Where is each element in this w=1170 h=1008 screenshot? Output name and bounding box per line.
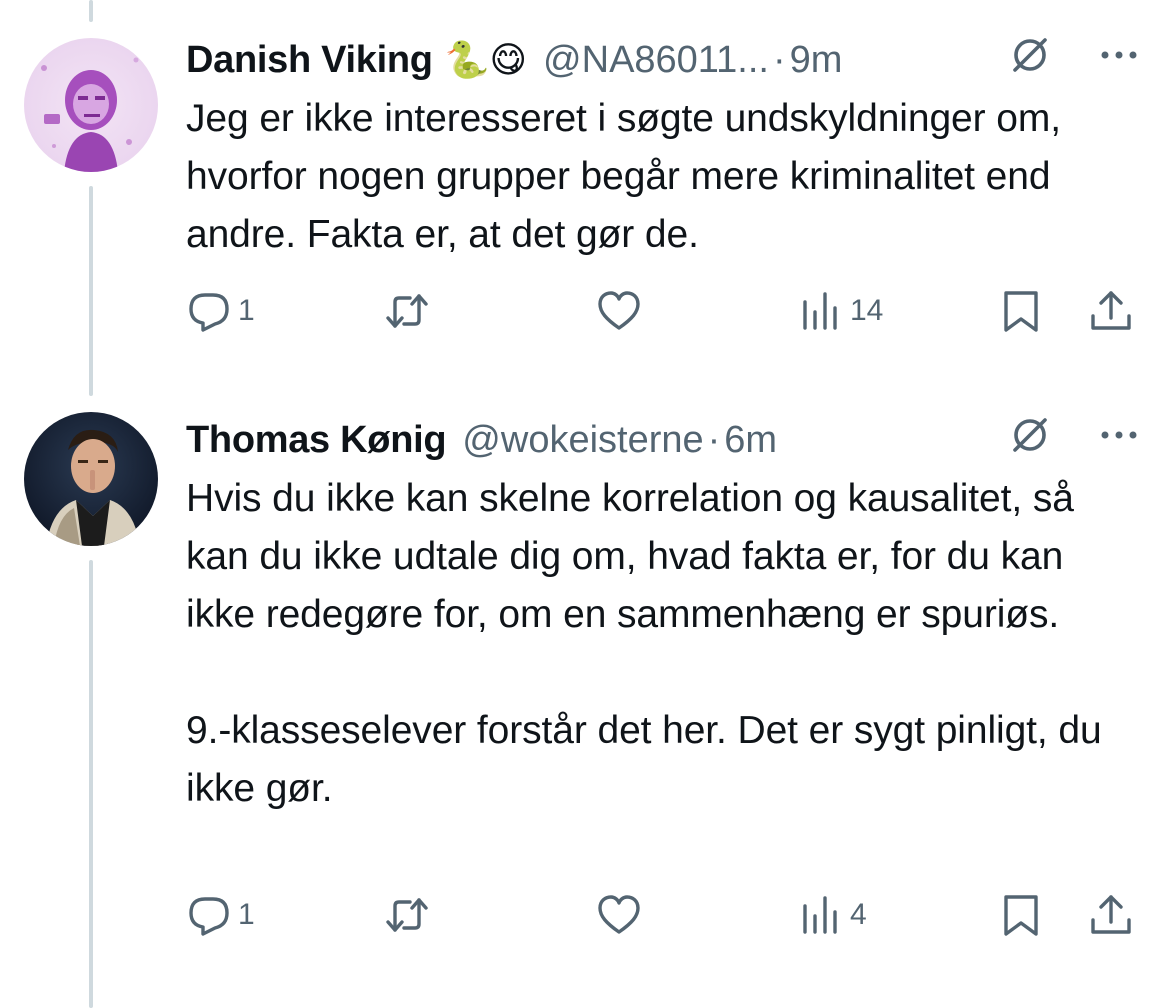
tweet-paragraph: Hvis du ikke kan skelne korrelation og k… (186, 477, 1074, 636)
like-button[interactable] (596, 283, 648, 339)
reply-icon (189, 293, 229, 332)
reply-count: 1 (238, 898, 255, 931)
grok-icon[interactable] (1008, 413, 1098, 467)
user-handle[interactable]: @NA86011... (543, 39, 769, 82)
views-button[interactable]: 14 (798, 283, 883, 339)
more-icon[interactable] (1098, 34, 1140, 86)
tweet-header: Danish Viking 🐍😋 @NA86011... · 9m (186, 30, 1140, 90)
separator-dot: · (772, 38, 786, 81)
share-icon (1091, 291, 1131, 330)
like-button[interactable] (596, 887, 648, 943)
user-handle[interactable]: @wokeisterne (462, 419, 703, 462)
tweet-actions: 1 (186, 887, 1140, 943)
grok-icon[interactable] (1008, 33, 1098, 87)
display-name[interactable]: Danish Viking (186, 39, 433, 82)
display-name[interactable]: Thomas Kønig (186, 419, 447, 462)
retweet-button[interactable] (384, 283, 436, 339)
tweet-actions: 1 (186, 283, 1140, 339)
share-button[interactable] (1088, 887, 1134, 943)
bookmark-button[interactable] (998, 283, 1044, 339)
timestamp[interactable]: 6m (724, 419, 777, 462)
tweet-paragraph: 9.-klasseselever forstår det her. Det er… (186, 709, 1102, 810)
avatar[interactable] (24, 38, 158, 172)
tweet-paragraph: Jeg er ikke interesseret i søgte undskyl… (186, 97, 1061, 256)
tweet-text: Hvis du ikke kan skelne korrelation og k… (186, 470, 1140, 818)
bookmark-icon (1004, 291, 1038, 332)
tweet-header: Thomas Kønig @wokeisterne · 6m (186, 410, 1140, 470)
reply-thread: Danish Viking 🐍😋 @NA86011... · 9m Jeg er… (0, 0, 1170, 1008)
more-icon[interactable] (1098, 414, 1140, 466)
views-icon (803, 292, 837, 330)
thread-line (89, 186, 93, 396)
timestamp[interactable]: 9m (790, 39, 843, 82)
views-count: 14 (850, 294, 884, 327)
heart-icon (598, 291, 640, 330)
share-icon (1091, 895, 1131, 934)
tweet-text: Jeg er ikke interesseret i søgte undskyl… (186, 90, 1140, 264)
separator-dot: · (707, 418, 721, 461)
reply-button[interactable]: 1 (186, 283, 255, 339)
reply-button[interactable]: 1 (186, 887, 255, 943)
avatar[interactable] (24, 412, 158, 546)
retweet-icon (386, 898, 428, 932)
thread-line (89, 560, 93, 1008)
views-button[interactable]: 4 (798, 887, 867, 943)
bookmark-button[interactable] (998, 887, 1044, 943)
views-icon (803, 896, 837, 934)
share-button[interactable] (1088, 283, 1134, 339)
retweet-button[interactable] (384, 887, 436, 943)
name-emojis: 🐍😋 (444, 39, 528, 80)
thread-line (89, 0, 93, 22)
heart-icon (598, 895, 640, 934)
reply-count: 1 (238, 294, 255, 327)
retweet-icon (386, 294, 428, 328)
bookmark-icon (1004, 895, 1038, 936)
views-count: 4 (850, 898, 867, 931)
reply-icon (189, 897, 229, 936)
